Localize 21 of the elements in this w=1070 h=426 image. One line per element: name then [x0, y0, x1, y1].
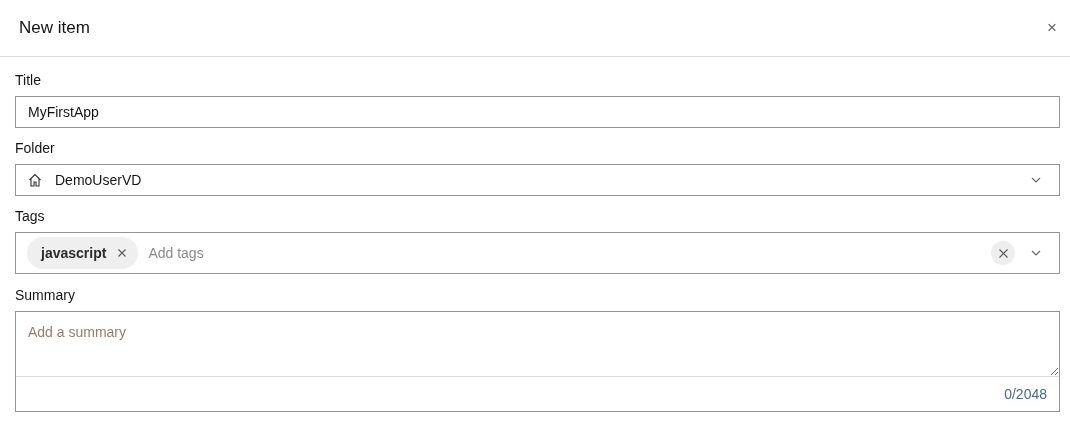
character-counter: 0/2048 — [1004, 386, 1047, 402]
tag-chip[interactable]: javascript — [27, 237, 139, 269]
chevron-down-icon — [1031, 177, 1041, 183]
close-icon — [118, 249, 127, 257]
dialog-title: New item — [19, 18, 90, 38]
folder-name: DemoUserVD — [55, 172, 143, 188]
chevron-down-icon — [1031, 250, 1041, 256]
field-label: Title — [15, 72, 42, 88]
clear-button[interactable] — [991, 241, 1015, 265]
folder-select[interactable]: DemoUserVD — [15, 164, 1060, 196]
field-label: Tags — [15, 208, 46, 224]
summary-field[interactable]: Add a summary 0/2048 — [15, 311, 1060, 412]
field-label: Folder — [15, 140, 56, 156]
close-button[interactable]: × — [1043, 18, 1061, 38]
field-label: Summary — [15, 287, 76, 303]
tag-input[interactable]: Add tags — [146, 244, 991, 262]
home-icon — [28, 173, 42, 187]
tags-field[interactable]: javascript Add tags — [15, 232, 1060, 274]
input-field[interactable]: MyFirstApp — [15, 96, 1060, 128]
close-icon — [998, 248, 1008, 258]
tag-label: javascript — [41, 245, 107, 261]
